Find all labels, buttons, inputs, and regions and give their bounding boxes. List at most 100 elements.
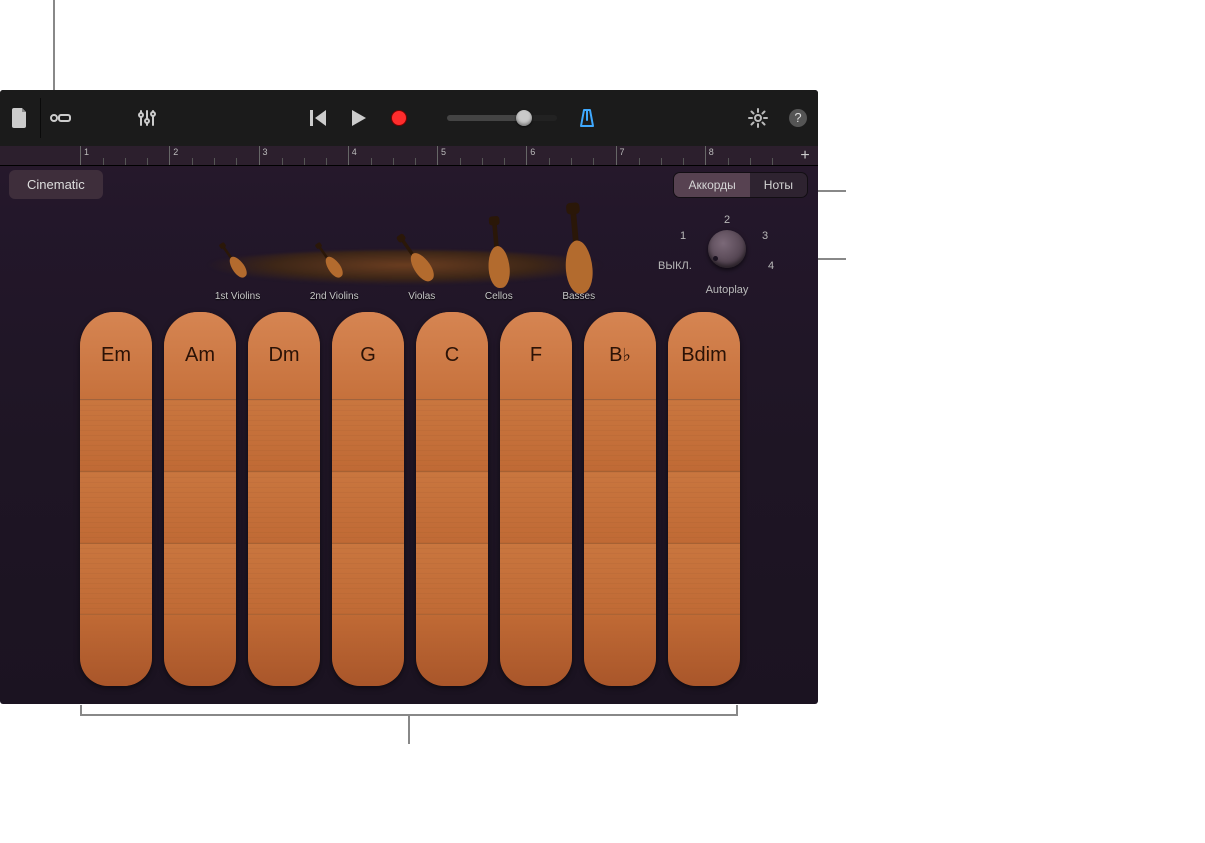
chord-segment[interactable] [584, 400, 656, 472]
callout-line [736, 705, 738, 715]
ruler-bar[interactable]: 7 [616, 146, 705, 165]
settings-button[interactable] [738, 98, 778, 138]
chord-segment[interactable] [416, 472, 488, 544]
app-window: ? 12345678 + Cinematic 1st Violins2nd Vi… [0, 90, 818, 704]
tracks-button[interactable] [41, 98, 81, 138]
chord-label: Bdim [681, 344, 727, 367]
chord-button[interactable]: F [500, 312, 572, 400]
volume-slider[interactable] [447, 115, 557, 121]
chord-segment[interactable] [584, 472, 656, 544]
chord-button[interactable]: G [332, 312, 404, 400]
chord-segment[interactable] [80, 472, 152, 544]
record-button[interactable] [379, 98, 419, 138]
instrument-label: Cellos [485, 291, 513, 302]
chord-strip-f: F [500, 312, 572, 686]
chord-segment[interactable] [164, 615, 236, 686]
ruler-bar[interactable]: 8 [705, 146, 794, 165]
chord-segment[interactable] [584, 615, 656, 686]
chord-button[interactable]: B♭ [584, 312, 656, 400]
chord-label: C [445, 344, 459, 367]
add-section-button[interactable]: + [795, 146, 815, 166]
ruler-bar-number: 6 [530, 147, 535, 157]
chord-segment[interactable] [248, 615, 320, 686]
string-instrument-icon [491, 252, 507, 281]
ruler-marks: 123 456 7 8 [80, 146, 794, 165]
chord-button[interactable]: C [416, 312, 488, 400]
instrument-cellos[interactable]: Cellos [485, 253, 513, 302]
play-button[interactable] [339, 98, 379, 138]
chord-segment[interactable] [332, 472, 404, 544]
chord-label: Em [101, 344, 131, 367]
chord-segment[interactable] [248, 544, 320, 616]
instrument-basses[interactable]: Basses [562, 253, 595, 302]
instrument-row: 1st Violins 2nd Violins Violas Cellos Basses [190, 253, 620, 302]
instrument-label: Violas [408, 291, 435, 302]
chord-segment[interactable] [332, 400, 404, 472]
ruler-bar-number: 7 [620, 147, 625, 157]
chord-segment[interactable] [416, 615, 488, 686]
chord-segment[interactable] [668, 615, 740, 686]
instrument-label: 2nd Violins [310, 291, 359, 302]
instrument-2nd-violins[interactable]: 2nd Violins [310, 253, 359, 302]
preset-selector[interactable]: Cinematic [9, 170, 103, 199]
chord-segment[interactable] [332, 615, 404, 686]
chord-button[interactable]: Dm [248, 312, 320, 400]
chord-segment[interactable] [416, 400, 488, 472]
chord-segment[interactable] [164, 400, 236, 472]
autoplay-label: Autoplay [662, 284, 792, 296]
autoplay-pos-1: 1 [680, 230, 686, 242]
autoplay-pos-4: 4 [768, 260, 774, 272]
chord-segment[interactable] [80, 400, 152, 472]
chord-segment[interactable] [80, 615, 152, 686]
chord-strip-bdim: Bdim [668, 312, 740, 686]
chord-segment[interactable] [248, 400, 320, 472]
help-button[interactable]: ? [778, 98, 818, 138]
chord-segment[interactable] [164, 544, 236, 616]
browser-button[interactable] [0, 98, 40, 138]
chord-segment[interactable] [164, 472, 236, 544]
chord-strip-bb: B♭ [584, 312, 656, 686]
chord-segment[interactable] [248, 472, 320, 544]
instrument-1st-violins[interactable]: 1st Violins [215, 253, 260, 302]
mode-toggle: Аккорды Ноты [673, 172, 808, 198]
chord-segment[interactable] [332, 544, 404, 616]
ruler-bar-number: 8 [709, 147, 714, 157]
timeline-ruler[interactable]: 123 456 7 8 + [0, 146, 818, 166]
ruler-bar-number: 3 [263, 147, 268, 157]
ruler-bar[interactable]: 6 [526, 146, 615, 165]
chord-segment[interactable] [500, 400, 572, 472]
chord-segment[interactable] [584, 544, 656, 616]
ruler-bar[interactable]: 2 [169, 146, 258, 165]
string-instrument-icon [408, 252, 436, 283]
chord-segment[interactable] [500, 472, 572, 544]
ruler-bar[interactable]: 3 [259, 146, 348, 165]
chord-segment[interactable] [416, 544, 488, 616]
chord-segment[interactable] [80, 544, 152, 616]
chord-button[interactable]: Em [80, 312, 152, 400]
ruler-bar[interactable]: 4 [348, 146, 437, 165]
rewind-button[interactable] [299, 98, 339, 138]
svg-text:?: ? [794, 110, 801, 125]
ruler-bar[interactable]: 1 [80, 146, 169, 165]
chord-strip-c: C [416, 312, 488, 686]
ruler-bar[interactable]: 5 [437, 146, 526, 165]
chord-button[interactable]: Bdim [668, 312, 740, 400]
autoplay-pos-3: 3 [762, 230, 768, 242]
instrument-violas[interactable]: Violas [408, 253, 435, 302]
chord-button[interactable]: Am [164, 312, 236, 400]
chord-segment[interactable] [500, 544, 572, 616]
chord-strip-em: Em [80, 312, 152, 686]
mode-notes[interactable]: Ноты [750, 173, 807, 197]
autoplay-off-label: ВЫКЛ. [658, 260, 692, 272]
metronome-button[interactable] [567, 98, 607, 138]
chord-segment[interactable] [668, 400, 740, 472]
chord-segment[interactable] [668, 544, 740, 616]
chord-segment[interactable] [668, 472, 740, 544]
autoplay-dial[interactable] [708, 230, 746, 268]
volume-thumb[interactable] [516, 110, 532, 126]
mode-chords[interactable]: Аккорды [674, 173, 749, 197]
chord-segment[interactable] [500, 615, 572, 686]
chord-label: G [360, 344, 376, 367]
mixer-button[interactable] [127, 98, 167, 138]
chord-strip-am: Am [164, 312, 236, 686]
